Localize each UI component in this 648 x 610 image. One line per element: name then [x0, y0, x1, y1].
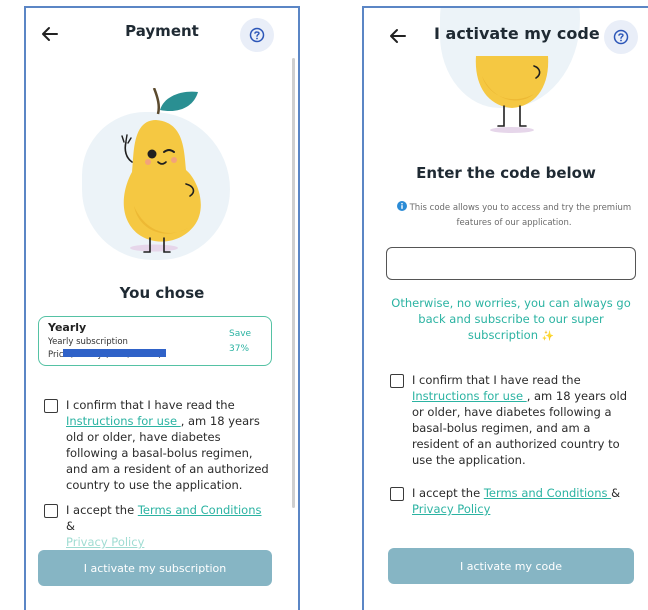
terms-row: I accept the Terms and Conditions & Priv…	[44, 502, 274, 550]
terms-ampersand: &	[611, 486, 621, 500]
activate-header: I activate my code	[364, 8, 648, 64]
consent-checkbox[interactable]	[44, 399, 58, 413]
activate-subscription-button[interactable]: I activate my subscription	[38, 550, 272, 586]
terms-text-start: I accept the	[66, 503, 138, 517]
scrollbar[interactable]	[292, 58, 295, 508]
privacy-link[interactable]: Privacy Policy	[66, 535, 144, 549]
you-chose-heading: You chose	[119, 284, 205, 302]
page-title: I activate my code	[434, 24, 600, 43]
plan-card[interactable]: Yearly Yearly subscription Price / Yearl…	[38, 316, 272, 366]
activate-code-button[interactable]: I activate my code	[388, 548, 634, 584]
code-input[interactable]	[386, 247, 636, 280]
instructions-link[interactable]: Instructions for use	[66, 414, 181, 428]
plan-subtitle: Yearly subscription	[48, 337, 128, 347]
privacy-link[interactable]: Privacy Policy	[412, 502, 490, 516]
save-label: Save	[229, 329, 252, 339]
arrow-left-icon[interactable]	[388, 26, 408, 46]
help-button[interactable]	[240, 18, 274, 52]
question-circle-icon	[249, 27, 265, 43]
payment-screen: Payment You chose Yearly Yearly subscrip…	[24, 6, 300, 610]
consent-text: I confirm that I have read the Instructi…	[412, 372, 640, 468]
price-redaction	[63, 349, 166, 357]
terms-row: I accept the Terms and Conditions & Priv…	[390, 485, 640, 517]
save-value: 37%	[229, 344, 250, 354]
info-note: This code allows you to access and try t…	[386, 201, 642, 231]
enter-code-heading: Enter the code below	[416, 164, 596, 182]
sparkle-icon: ✨	[541, 331, 555, 342]
terms-link[interactable]: Terms and Conditions	[484, 486, 611, 500]
info-text: This code allows you to access and try t…	[409, 203, 632, 228]
consent-text: I confirm that I have read the Instructi…	[66, 397, 274, 493]
payment-header: Payment	[26, 8, 298, 64]
consent-text-start: I confirm that I have read the	[412, 373, 581, 387]
pear-mascot-icon	[121, 88, 201, 253]
consent-checkbox[interactable]	[390, 374, 404, 388]
terms-checkbox[interactable]	[390, 487, 404, 501]
terms-link[interactable]: Terms and Conditions	[138, 503, 262, 517]
instructions-link[interactable]: Instructions for use	[412, 389, 527, 403]
info-circle-icon	[396, 201, 407, 211]
otherwise-text: Otherwise, no worries, you can always go…	[388, 295, 634, 345]
terms-checkbox[interactable]	[44, 504, 58, 518]
terms-ampersand: &	[66, 519, 75, 533]
help-button[interactable]	[604, 20, 638, 54]
question-circle-icon	[613, 29, 629, 45]
otherwise-text-body: Otherwise, no worries, you can always go…	[391, 296, 631, 342]
activate-code-screen: I activate my code Enter the code below …	[362, 6, 648, 610]
consent-row: I confirm that I have read the Instructi…	[44, 397, 274, 493]
terms-text-start: I accept the	[412, 486, 484, 500]
plan-name: Yearly	[48, 321, 87, 334]
consent-text-start: I confirm that I have read the	[66, 398, 235, 412]
consent-row: I confirm that I have read the Instructi…	[390, 372, 640, 468]
pear-mascot-icon	[475, 56, 549, 133]
terms-text: I accept the Terms and Conditions & Priv…	[412, 485, 620, 517]
terms-text: I accept the Terms and Conditions & Priv…	[66, 502, 274, 550]
